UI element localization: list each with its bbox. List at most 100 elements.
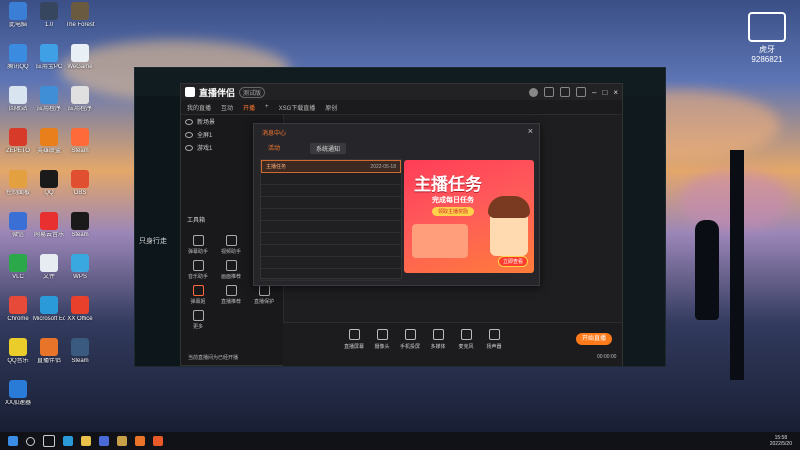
- desktop-icon[interactable]: XX加速器: [2, 380, 34, 407]
- desktop-icon[interactable]: 此电脑: [2, 2, 34, 29]
- desktop-icon[interactable]: Chrome: [2, 296, 34, 323]
- tab-my-live[interactable]: 我的直播: [187, 103, 211, 112]
- tool-label: 更多: [192, 324, 203, 330]
- desktop-icon[interactable]: 控制面板: [2, 170, 34, 197]
- tab-system-notice[interactable]: 系统通知: [310, 143, 347, 154]
- tool-button[interactable]: 弹幕助手: [183, 235, 213, 255]
- banner-cta-button[interactable]: 立即查看: [497, 256, 528, 267]
- source-button[interactable]: 摄像头: [369, 329, 395, 350]
- wallpaper-figure: [695, 220, 719, 320]
- desktop-icon-label: 微信: [11, 232, 24, 238]
- tool-button[interactable]: 音乐助手: [183, 260, 213, 280]
- tool-button[interactable]: 视频助手: [216, 235, 246, 255]
- desktop-icon[interactable]: 应用程序: [64, 86, 96, 113]
- dialog-close-button[interactable]: ×: [528, 126, 533, 136]
- desktop-icon[interactable]: 微信: [2, 212, 34, 239]
- system-clock[interactable]: 15:58 2022/5/20: [770, 435, 792, 447]
- tab-activity[interactable]: 活动: [268, 143, 280, 152]
- app-icon: [9, 2, 27, 20]
- huya-logo-icon: [748, 12, 786, 42]
- app-icon: [9, 170, 27, 188]
- add-tab-icon[interactable]: +: [265, 104, 269, 110]
- desktop-icon[interactable]: OBS: [64, 170, 96, 197]
- desktop-icon[interactable]: Steam: [64, 338, 96, 365]
- tab-interact[interactable]: 互动: [221, 103, 233, 112]
- explorer-taskbar-icon[interactable]: [81, 436, 91, 446]
- source-label: 多媒体: [430, 344, 446, 350]
- desktop-icon-label: XX加速器: [4, 400, 31, 406]
- desktop-icon[interactable]: 网易云音乐: [33, 212, 65, 239]
- desktop-icon[interactable]: 应用宝PC: [33, 44, 65, 71]
- start-windows-icon[interactable]: [8, 436, 18, 446]
- lol-taskbar-icon[interactable]: [117, 436, 127, 446]
- close-icon[interactable]: ×: [613, 88, 618, 97]
- eye-icon[interactable]: [185, 144, 193, 151]
- tool-button[interactable]: 直播推荐: [216, 285, 246, 305]
- tab-xsg[interactable]: XSG下载直播: [279, 103, 316, 112]
- eye-icon[interactable]: [185, 131, 193, 138]
- app-taskbar-icon[interactable]: [153, 436, 163, 446]
- desktop-icon[interactable]: Microsoft Edge: [33, 296, 65, 323]
- user-avatar[interactable]: [529, 87, 539, 97]
- tool-button[interactable]: 弹幕姬: [183, 285, 213, 305]
- tool-button[interactable]: 直播保护: [249, 285, 279, 305]
- store-taskbar-icon[interactable]: [99, 436, 109, 446]
- desktop-icon-label: QQ: [44, 190, 54, 196]
- live-companion-taskbar-icon[interactable]: [135, 436, 145, 446]
- maximize-icon[interactable]: □: [602, 88, 607, 97]
- banner-subtitle: 完成每日任务: [432, 197, 474, 204]
- desktop-icon[interactable]: WeGame: [64, 44, 96, 71]
- desktop-icon[interactable]: 应用程序: [33, 86, 65, 113]
- tool-icon: [225, 285, 237, 296]
- source-button[interactable]: 手机投屏: [397, 329, 423, 350]
- edge-taskbar-icon[interactable]: [63, 436, 73, 446]
- desktop-icon[interactable]: VLC: [2, 254, 34, 281]
- desktop-icon[interactable]: 1.0: [33, 2, 65, 29]
- app-icon: [71, 338, 89, 356]
- app-icon: [71, 212, 89, 230]
- task-promo-banner[interactable]: 主播任务 完成每日任务 领取主播奖励 立即查看: [404, 160, 534, 273]
- skin-icon[interactable]: [576, 87, 587, 97]
- live-timer: 00:00:00: [597, 354, 617, 360]
- minimize-icon[interactable]: –: [592, 88, 596, 97]
- desktop-icon[interactable]: 腾讯QQ: [2, 44, 34, 71]
- source-button[interactable]: 麦克风: [453, 329, 479, 350]
- tool-icon: [225, 260, 237, 271]
- desktop-icon[interactable]: Steam: [64, 128, 96, 155]
- desktop-icon[interactable]: 文件: [33, 254, 65, 281]
- desktop-icon[interactable]: 直播伴侣: [33, 338, 65, 365]
- source-button[interactable]: 扬声器: [481, 329, 507, 350]
- eye-icon[interactable]: [185, 118, 193, 125]
- tool-icon: [258, 285, 270, 296]
- desktop-icon-label: 直播伴侣: [36, 358, 61, 364]
- search-icon[interactable]: [26, 436, 35, 446]
- desktop-icon[interactable]: Steam: [64, 212, 96, 239]
- tool-label: 弹幕姬: [190, 299, 206, 305]
- dialog-title: 消息中心: [262, 131, 287, 137]
- tool-button[interactable]: 更多: [183, 310, 213, 330]
- settings-icon[interactable]: [544, 87, 555, 97]
- desktop-icon[interactable]: QQ音乐: [2, 338, 34, 365]
- desktop-icon[interactable]: WPS: [64, 254, 96, 281]
- banner-title: 主播任务: [414, 175, 482, 194]
- desktop-icon[interactable]: 回收站: [2, 86, 34, 113]
- desktop-icon[interactable]: ZEPETO: [2, 128, 34, 155]
- start-live-button[interactable]: 开始直播: [576, 333, 612, 345]
- source-button[interactable]: 直播屏幕: [341, 329, 367, 350]
- desktop-icon[interactable]: QQ: [33, 170, 65, 197]
- desktop-icon[interactable]: XX Office: [64, 296, 96, 323]
- tool-button[interactable]: 画面推荐: [216, 260, 246, 280]
- task-view-icon[interactable]: [43, 435, 55, 447]
- tab-original[interactable]: 原创: [325, 103, 337, 112]
- desktop-icon[interactable]: 英雄联盟: [33, 128, 65, 155]
- taskbar: 15:58 2022/5/20: [0, 432, 800, 450]
- desktop-icon[interactable]: The Forest: [64, 2, 96, 29]
- tab-start-live[interactable]: 开播: [243, 103, 255, 112]
- message-row[interactable]: 主播任务 2022-05-18: [261, 160, 401, 173]
- bottom-control-bar: 直播屏幕 摄像头 手机投屏 多媒体 麦克风 扬声器 开始直播: [283, 322, 622, 366]
- message-icon[interactable]: [560, 87, 571, 97]
- source-button[interactable]: 多媒体: [425, 329, 451, 350]
- message-row-empty: [261, 221, 401, 233]
- scene-label: 游戏1: [197, 146, 213, 152]
- tool-icon: [225, 235, 237, 246]
